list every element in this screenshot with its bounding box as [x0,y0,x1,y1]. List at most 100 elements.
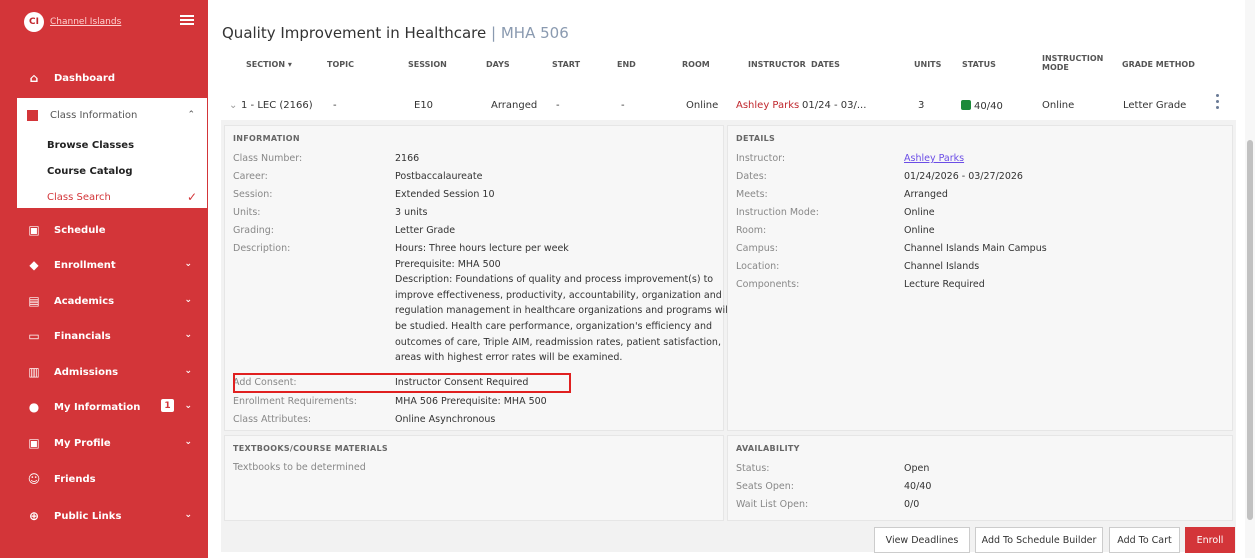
globe-icon: ⊕ [28,509,40,523]
sidebar-item-label: Schedule [54,224,106,236]
sidebar: CI Channel Islands ⌂ Dashboard Class Inf… [0,0,208,558]
university-name-link[interactable]: Channel Islands [50,17,121,27]
textbooks-title: TEXTBOOKS/COURSE MATERIALS [233,444,388,453]
row-section: 1 - LEC (2166) [241,100,313,111]
column-header-session[interactable]: SESSION [408,60,447,69]
sidebar-item-public-links[interactable]: ⊕ Public Links ⌄ [0,498,208,534]
scrollbar[interactable] [1245,0,1255,558]
label-description: Description: [233,243,291,254]
sidebar-sub-course-catalog[interactable]: Course Catalog [17,158,207,184]
chevron-down-icon[interactable]: ⌄ [229,100,237,111]
sidebar-item-friends[interactable]: ☺ Friends [0,461,208,497]
value-seats-open: 40/40 [904,481,932,492]
hamburger-menu-icon[interactable] [180,15,194,25]
value-campus: Channel Islands Main Campus [904,243,1047,254]
scrollbar-thumb[interactable] [1247,140,1253,520]
sidebar-item-academics[interactable]: ▤ Academics ⌄ [0,283,208,319]
class-info-icon [27,109,38,121]
column-header-dates[interactable]: DATES [811,60,840,69]
column-header-end[interactable]: END [617,60,636,69]
sidebar-sub-browse-classes[interactable]: Browse Classes [17,132,207,158]
label-units: Units: [233,207,261,218]
row-instruction-mode: Online [1042,100,1075,111]
value-units: 3 units [395,207,428,218]
value-class-attributes: Online Asynchronous [395,414,496,425]
description-prerequisite: Prerequisite: MHA 500 [395,258,501,270]
column-header-room[interactable]: ROOM [682,60,710,69]
label-seats-open: Seats Open: [736,481,794,492]
label-grading: Grading: [233,225,275,236]
column-header-topic[interactable]: TOPIC [327,60,354,69]
more-options-icon[interactable] [1216,94,1219,109]
label-career: Career: [233,171,268,182]
sidebar-item-my-profile[interactable]: ▣ My Profile ⌄ [0,425,208,461]
sidebar-item-financials[interactable]: ▭ Financials ⌄ [0,318,208,354]
sidebar-sub-class-search[interactable]: Class Search ✓ [17,184,207,210]
admissions-icon: ▥ [28,365,40,379]
column-header-grade-method[interactable]: GRADE METHOD [1122,60,1195,69]
view-deadlines-button[interactable]: View Deadlines [874,527,970,553]
course-code: | MHA 506 [491,24,569,42]
value-room: Online [904,225,935,236]
graduation-cap-icon: ◆ [29,258,39,272]
table-row[interactable]: ⌄ 1 - LEC (2166) - E10 Arranged - - Onli… [221,90,1236,120]
highlight-box [233,373,571,393]
brand: CI Channel Islands [0,0,208,44]
column-header-days[interactable]: DAYS [486,60,510,69]
credit-card-icon: ▭ [28,329,40,343]
row-topic: - [333,100,337,111]
chevron-down-icon: ⌄ [184,510,192,520]
label-campus: Campus: [736,243,778,254]
add-to-schedule-builder-button[interactable]: Add To Schedule Builder [975,527,1103,553]
textbooks-card: TEXTBOOKS/COURSE MATERIALS Textbooks to … [224,435,724,521]
column-header-label: INSTRUCTION [1042,54,1104,63]
value-instruction-mode: Online [904,207,935,218]
sidebar-item-label: Financials [54,330,111,342]
sidebar-item-label: Admissions [54,366,119,378]
instructor-link[interactable]: Ashley Parks [904,153,964,164]
smiley-icon: ☺ [27,472,41,486]
row-days: Arranged [491,100,538,111]
column-header-units[interactable]: UNITS [914,60,941,69]
open-status-icon [961,100,971,110]
row-session: E10 [414,100,434,111]
university-logo[interactable]: CI [24,12,44,32]
label-components: Components: [736,279,800,290]
label-meets: Meets: [736,189,768,200]
sidebar-item-class-information[interactable]: Class Information ⌃ [17,98,207,132]
home-icon: ⌂ [29,71,39,85]
sidebar-item-enrollment[interactable]: ◆ Enrollment ⌄ [0,247,208,283]
academics-icon: ▤ [28,294,40,308]
column-header-instruction-mode[interactable]: INSTRUCTION MODE [1042,54,1103,72]
add-to-cart-button[interactable]: Add To Cart [1109,527,1180,553]
label-dates: Dates: [736,171,767,182]
sidebar-item-schedule[interactable]: ▣ Schedule [0,212,208,248]
label-class-attributes: Class Attributes: [233,414,312,425]
chevron-down-icon: ⌄ [184,259,192,269]
column-header-section[interactable]: SECTION ▾ [246,60,292,69]
column-header-start[interactable]: START [552,60,580,69]
checkmark-icon: ✓ [186,190,197,204]
row-instructor-link[interactable]: Ashley Parks [736,100,799,111]
enroll-button[interactable]: Enroll [1185,527,1235,553]
row-status-text: 40/40 [974,101,1003,112]
value-location: Channel Islands [904,261,980,272]
sidebar-item-my-information[interactable]: ● My Information 1 ⌄ [0,389,208,425]
sidebar-item-label: Dashboard [54,72,115,84]
label-location: Location: [736,261,780,272]
column-header-instructor[interactable]: INSTRUCTOR [748,60,806,69]
sidebar-item-dashboard[interactable]: ⌂ Dashboard [0,60,208,96]
label-session: Session: [233,189,273,200]
textbooks-text: Textbooks to be determined [233,462,366,473]
sidebar-item-admissions[interactable]: ▥ Admissions ⌄ [0,354,208,390]
details-title: DETAILS [736,134,776,143]
class-information-panel: Class Information ⌃ Browse Classes Cours… [17,98,207,208]
notification-badge: 1 [161,399,174,412]
row-status: 40/40 [961,100,1003,112]
information-title: INFORMATION [233,134,300,143]
column-header-status[interactable]: STATUS [962,60,996,69]
value-dates: 01/24/2026 - 03/27/2026 [904,171,1023,182]
profile-icon: ▣ [28,436,40,450]
row-dates: 01/24 - 03/... [802,100,867,111]
chevron-down-icon: ⌄ [184,437,192,447]
